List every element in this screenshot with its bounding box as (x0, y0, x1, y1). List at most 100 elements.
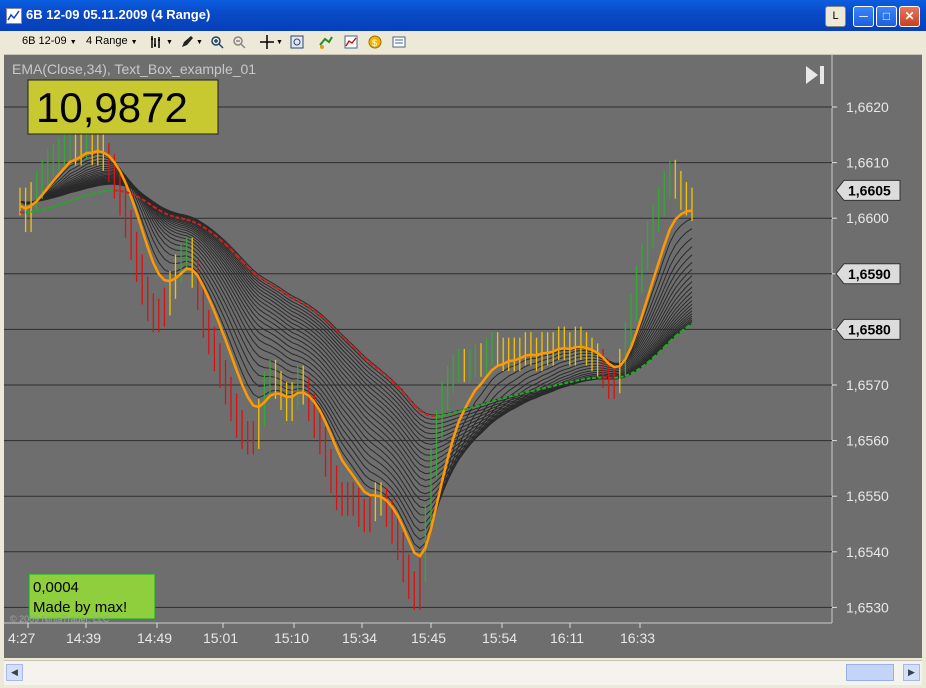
ema-slow-segment (391, 380, 399, 388)
chevron-left-icon: ◀ (11, 667, 18, 677)
note-text-box: 0,0004 Made by max! (28, 573, 156, 620)
minimize-button[interactable]: ─ (853, 6, 874, 27)
ema-slow-segment (86, 193, 93, 197)
draw-pencil-icon[interactable] (180, 35, 194, 49)
chart-toolbar: 6B 12-09 ▼ 4 Range ▼ ▼ ▼ ▼ $ (4, 31, 922, 55)
ribbon-line (19, 170, 693, 495)
ema-slow-segment (41, 207, 49, 211)
y-tick-label: 1,6600 (846, 210, 889, 226)
ema-slow-segment (25, 210, 32, 214)
ribbon-line (19, 181, 693, 435)
ribbon-line (19, 179, 693, 445)
svg-text:$: $ (372, 38, 377, 48)
zoom-out-icon[interactable] (232, 35, 246, 49)
ema-slow-segment (97, 190, 104, 194)
ema-slow-segment (486, 400, 493, 405)
close-button[interactable]: ✕ (899, 6, 920, 27)
x-tick-label: 4:27 (8, 630, 35, 646)
instrument-list-icon[interactable] (319, 35, 333, 49)
copyright-text: © 2009 NinjaTrader, LLC (10, 614, 110, 624)
ema-ribbon (19, 153, 693, 550)
ema-slow-segment (80, 194, 87, 199)
zoom-in-icon[interactable] (210, 35, 224, 49)
scroll-right-button[interactable]: ▶ (903, 664, 920, 681)
ribbon-line (19, 175, 693, 468)
y-tick-label: 1,6560 (846, 433, 889, 449)
ema-slow-segment (36, 208, 43, 212)
properties-icon[interactable] (392, 35, 406, 49)
instrument-selector[interactable]: 6B 12-09 ▼ (22, 35, 77, 47)
ema-slow-segment (103, 189, 110, 193)
ema-slow-segment (408, 398, 416, 406)
chart-area[interactable]: 1,6620 1,6610 1,6600 1,6590 1,6580 1,6570 1,65… (4, 55, 922, 658)
x-tick-label: 15:10 (274, 630, 309, 646)
play-icon (806, 66, 818, 84)
ribbon-line (19, 168, 693, 502)
value-box-text: 10,9872 (36, 84, 188, 131)
maximize-button[interactable]: □ (876, 6, 897, 27)
ema-slow-line (19, 189, 693, 417)
ribbon-line (19, 178, 693, 451)
ema-slow-segment (497, 397, 504, 401)
ema-slow-segment (436, 414, 443, 417)
y-tick-label: 1,6530 (846, 599, 889, 615)
price-marker-label: 1,6605 (848, 182, 891, 198)
strategies-icon[interactable]: $ (368, 35, 382, 49)
end-bar-icon (820, 66, 824, 84)
chevron-down-icon: ▼ (69, 39, 77, 46)
chevron-down-icon[interactable]: ▼ (166, 39, 173, 46)
ribbon-line (19, 174, 693, 475)
ema-slow-segment (441, 413, 448, 417)
chevron-down-icon[interactable]: ▼ (196, 39, 203, 46)
ema-slow-segment (402, 391, 410, 400)
y-tick-label: 1,6610 (846, 155, 889, 171)
data-box-icon[interactable] (290, 35, 304, 49)
link-button[interactable]: L (825, 6, 846, 27)
price-markers: 1,6605 1,6590 1,6580 (835, 179, 901, 340)
horizontal-scrollbar[interactable]: ◀ ▶ (4, 660, 922, 685)
ema-slow-segment (47, 205, 54, 210)
x-tick-label: 14:39 (66, 630, 101, 646)
bar-style-icon[interactable] (150, 35, 164, 49)
value-text-box: 10,9872 (27, 79, 219, 135)
chevron-right-icon: ▶ (908, 667, 915, 677)
ema-slow-segment (52, 203, 60, 208)
skip-to-end-button[interactable] (806, 66, 824, 84)
x-tick-label: 16:33 (620, 630, 655, 646)
ribbon-line (19, 162, 693, 524)
ema-slow-segment (119, 189, 126, 193)
ribbon-line (19, 183, 693, 416)
scroll-left-button[interactable]: ◀ (6, 664, 23, 681)
indicators-icon[interactable] (344, 35, 358, 49)
x-tick-label: 15:45 (411, 630, 446, 646)
ribbon-line (19, 173, 693, 481)
x-axis: 4:27 14:39 14:49 15:01 15:10 15:34 15:45 15:54 1… (8, 623, 655, 646)
chart-app-icon (6, 8, 22, 24)
ema-slow-segment (69, 198, 76, 202)
ema-slow-segment (91, 191, 99, 196)
indicator-label: EMA(Close,34), Text_Box_example_01 (12, 61, 256, 77)
close-icon: ✕ (904, 9, 915, 23)
chevron-down-icon: ▼ (130, 39, 138, 46)
chevron-down-icon[interactable]: ▼ (276, 39, 283, 46)
ribbon-line (19, 183, 693, 421)
note-line-1: 0,0004 (33, 579, 79, 596)
ema-slow-segment (75, 196, 82, 201)
period-selector[interactable]: 4 Range ▼ (86, 35, 138, 47)
scroll-thumb[interactable] (846, 664, 894, 681)
minimize-icon: ─ (859, 9, 868, 23)
ema-slow-segment (64, 199, 71, 204)
ema-slow-segment (396, 385, 404, 394)
x-tick-label: 15:01 (203, 630, 238, 646)
ema-slow-segment (58, 201, 65, 206)
price-marker-label: 1,6590 (848, 266, 891, 282)
instrument-label: 6B 12-09 (22, 35, 67, 47)
y-tick-label: 1,6620 (846, 99, 889, 115)
price-chart[interactable]: 1,6620 1,6610 1,6600 1,6590 1,6580 1,6570 1,65… (4, 55, 922, 658)
ribbon-line (19, 159, 693, 532)
ema-slow-segment (235, 254, 243, 262)
y-tick-label: 1,6550 (846, 488, 889, 504)
ema-slow-segment (30, 210, 37, 213)
crosshair-icon[interactable] (260, 35, 274, 49)
x-tick-label: 15:54 (482, 630, 517, 646)
